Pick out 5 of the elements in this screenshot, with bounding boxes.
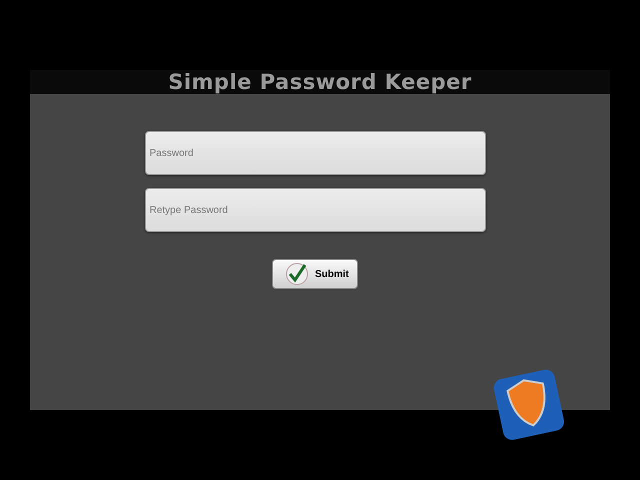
window-title: Simple Password Keeper (168, 70, 472, 94)
submit-button[interactable]: Submit (272, 259, 358, 289)
checkmark-icon (285, 262, 309, 286)
password-field[interactable]: Retype Password (144, 188, 486, 232)
password-field[interactable]: Password (144, 131, 486, 175)
